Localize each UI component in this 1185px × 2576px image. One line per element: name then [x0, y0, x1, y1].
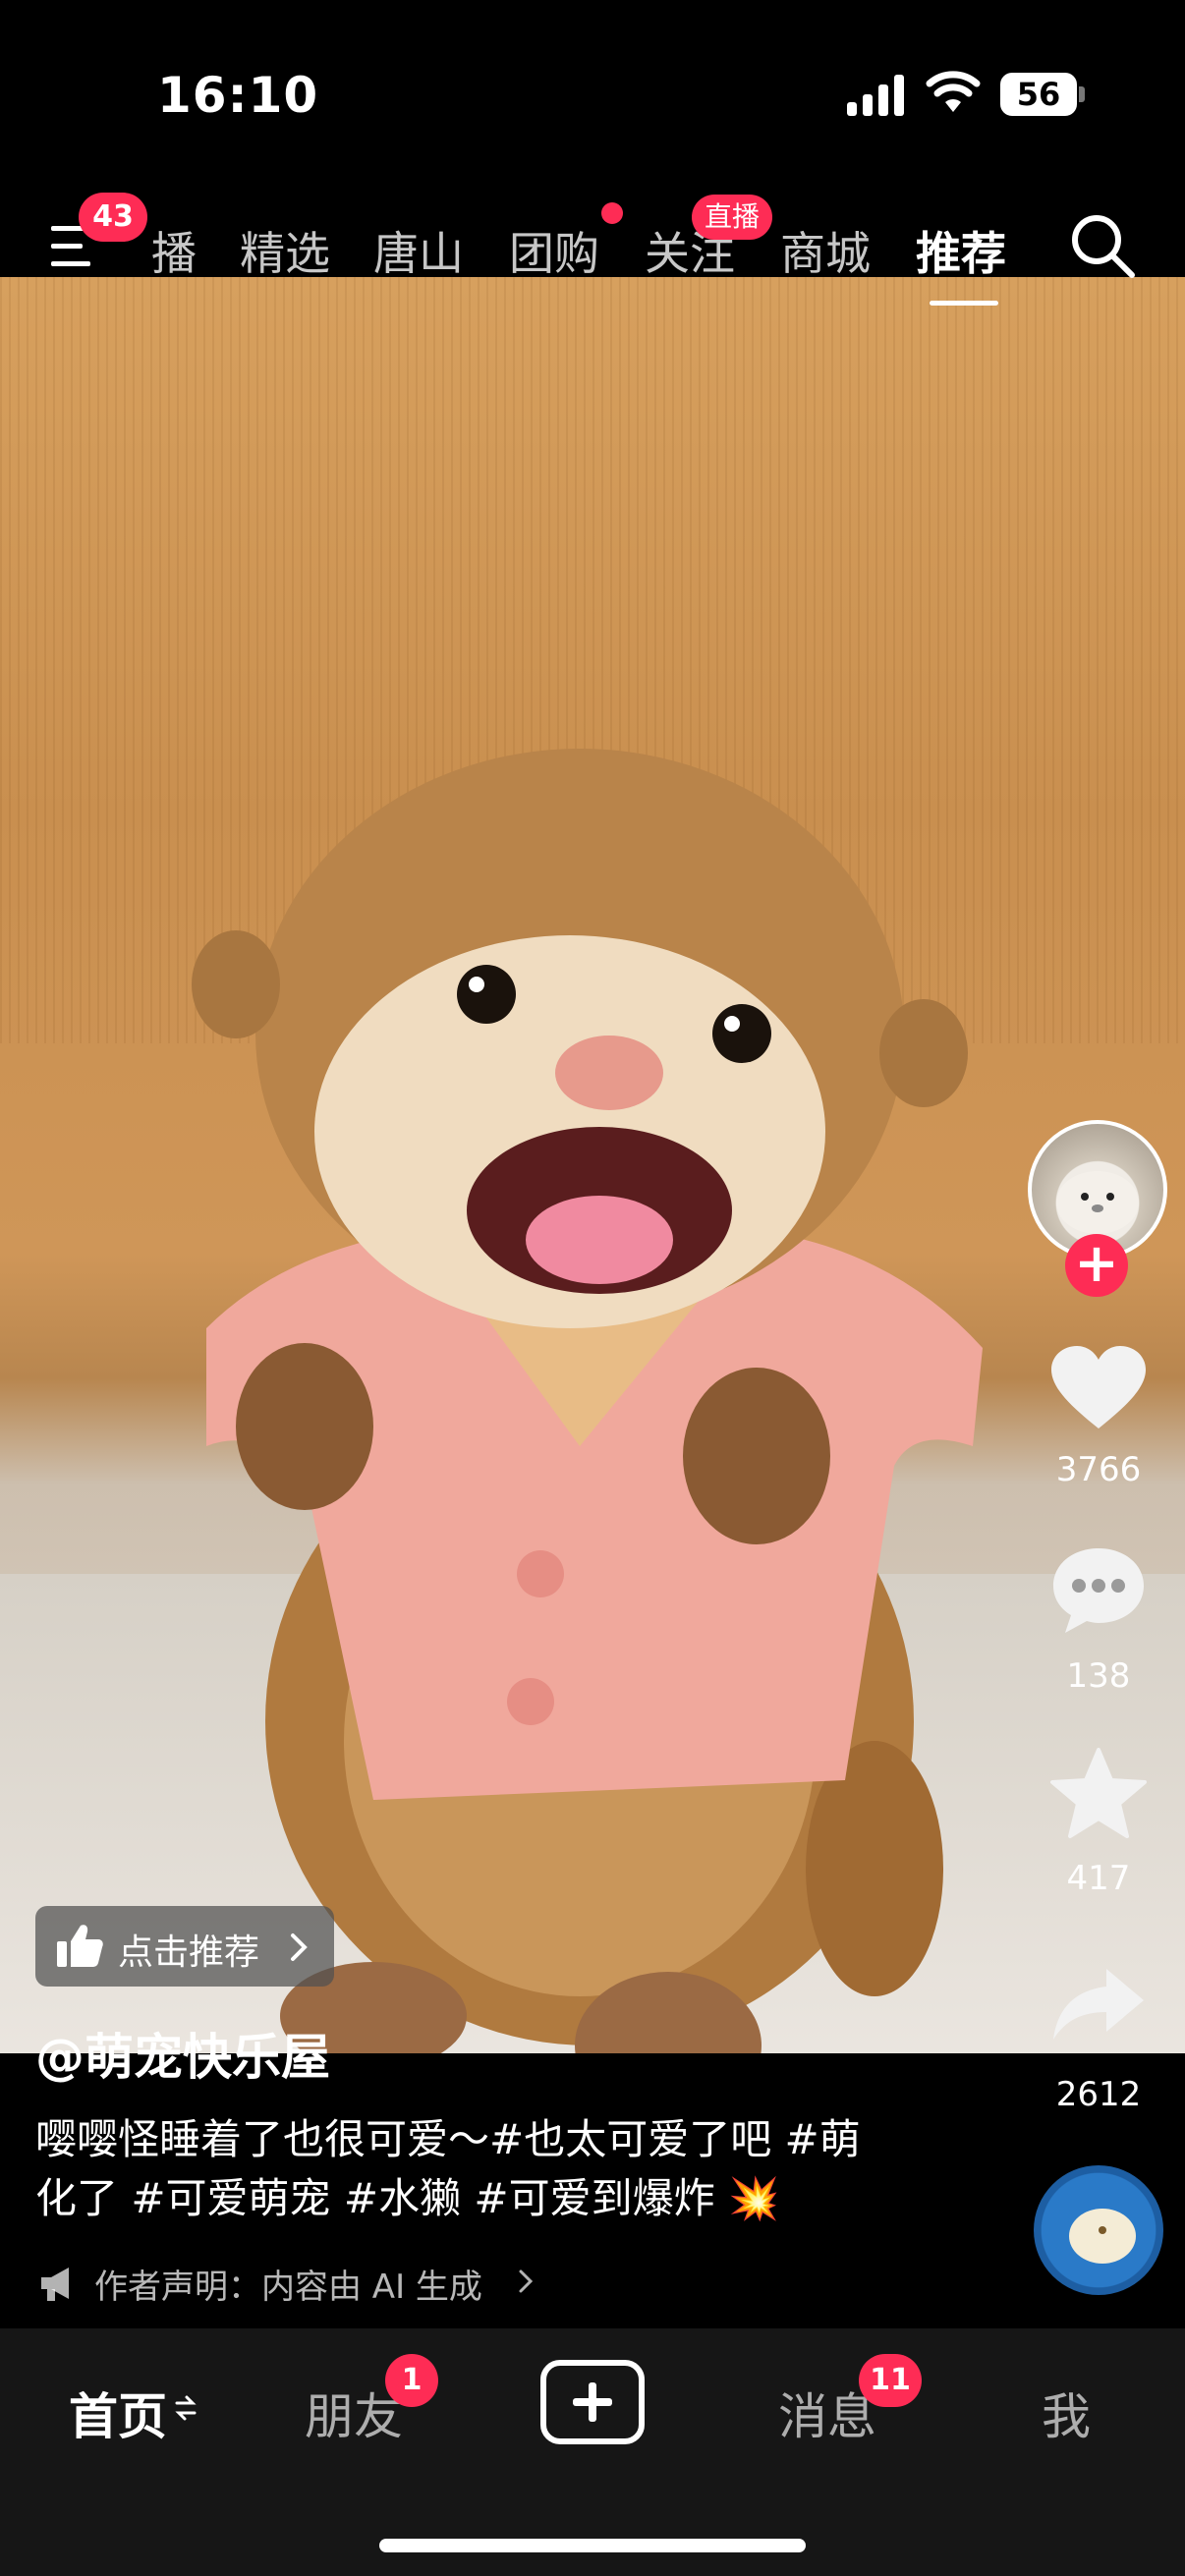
- music-cover-icon: [1069, 2209, 1136, 2264]
- friends-badge: 1: [385, 2354, 438, 2407]
- tab-mall[interactable]: 商城: [780, 218, 871, 283]
- live-badge: 直播: [692, 195, 772, 240]
- chevron-right-icon: [291, 1933, 308, 1961]
- ai-disclaimer[interactable]: 作者声明：内容由 AI 生成: [94, 2260, 482, 2308]
- favorite-count: 417: [1066, 1859, 1131, 1898]
- nav-me[interactable]: 我: [1042, 2378, 1091, 2448]
- home-indicator: [379, 2539, 806, 2552]
- thumbs-up-icon: [57, 1925, 103, 1967]
- video-player[interactable]: [0, 277, 1185, 2053]
- group-buy-dot: [601, 202, 623, 224]
- messages-badge: 11: [859, 2354, 922, 2407]
- like-count: 3766: [1055, 1450, 1142, 1489]
- tab-group-buy[interactable]: 团购: [509, 218, 599, 283]
- refresh-switch-icon: [175, 2395, 197, 2421]
- active-tab-indicator: [930, 301, 998, 306]
- video-description-line2[interactable]: 化了 #可爱萌宠 #水獭 #可爱到爆炸 💥: [35, 2165, 779, 2225]
- video-description-line1[interactable]: 嘤嘤怪睡着了也很可爱～#也太可爱了吧 #萌: [35, 2106, 861, 2166]
- share-count: 2612: [1055, 2075, 1142, 2114]
- status-time: 16:10: [157, 67, 319, 124]
- plus-icon: [573, 2382, 612, 2422]
- menu-badge: 43: [79, 193, 147, 242]
- battery-icon: 56: [1000, 73, 1077, 116]
- wifi-icon: [926, 71, 981, 112]
- tab-featured[interactable]: 精选: [240, 218, 330, 283]
- tab-tangshan[interactable]: 唐山: [373, 218, 464, 283]
- share-icon[interactable]: [1051, 1965, 1146, 2044]
- star-icon[interactable]: [1049, 1747, 1148, 1839]
- search-icon[interactable]: [1069, 212, 1138, 281]
- battery-cap: [1079, 86, 1085, 102]
- otter-illustration: [192, 749, 983, 2053]
- megaphone-icon: [41, 2268, 69, 2301]
- music-disc[interactable]: [1034, 2165, 1163, 2295]
- nav-home[interactable]: 首页: [69, 2378, 167, 2448]
- heart-icon[interactable]: [1049, 1344, 1148, 1432]
- tab-live[interactable]: 播: [151, 218, 197, 283]
- author-name[interactable]: @萌宠快乐屋: [35, 2018, 330, 2089]
- comment-icon[interactable]: [1049, 1544, 1148, 1635]
- recommend-label: 点击推荐: [118, 1932, 260, 1973]
- create-button[interactable]: [540, 2360, 645, 2444]
- follow-button[interactable]: +: [1065, 1234, 1128, 1297]
- tab-recommend[interactable]: 推荐: [916, 218, 1006, 283]
- cellular-signal-icon: [847, 73, 906, 116]
- comment-count: 138: [1066, 1656, 1131, 1696]
- disclaimer-chevron-icon: [519, 2269, 534, 2293]
